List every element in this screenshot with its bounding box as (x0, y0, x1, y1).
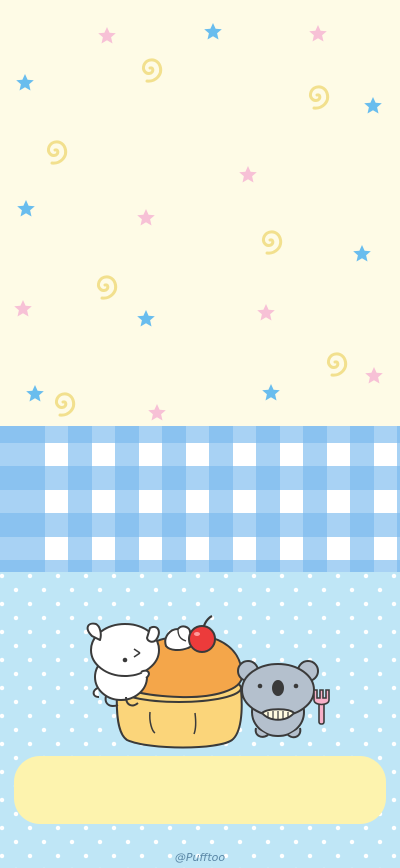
pink-star-icon (137, 209, 155, 226)
pink-fork (313, 689, 330, 725)
blue-star-icon (262, 384, 280, 401)
yellow-swirl-icon (46, 140, 68, 165)
yellow-swirl-icon (261, 230, 283, 255)
blue-star-icon (16, 74, 34, 91)
pink-star-icon (148, 404, 166, 421)
pink-star-icon (309, 25, 327, 42)
illustration-layer (14, 23, 383, 749)
blue-star-icon (17, 200, 35, 217)
artist-credit: @Pufftoo (174, 851, 226, 864)
wallpaper: @Pufftoo (0, 0, 400, 868)
yellow-swirl-icon (326, 352, 348, 377)
blue-star-icon (137, 310, 155, 327)
yellow-swirl-icon (308, 85, 330, 110)
swirl-pattern (46, 58, 348, 417)
yellow-swirl-icon (54, 392, 76, 417)
grey-koala (237, 660, 319, 739)
pink-star-icon (365, 367, 383, 384)
pink-star-icon (257, 304, 275, 321)
blue-star-icon (364, 97, 382, 114)
cherry (188, 615, 216, 653)
pink-star-icon (239, 166, 257, 183)
yellow-swirl-icon (141, 58, 163, 83)
blue-star-icon (353, 245, 371, 262)
blue-star-icon (26, 385, 44, 402)
yellow-swirl-icon (96, 275, 118, 300)
pink-star-icon (14, 300, 32, 317)
pink-star-icon (98, 27, 116, 44)
blue-star-icon (204, 23, 222, 40)
